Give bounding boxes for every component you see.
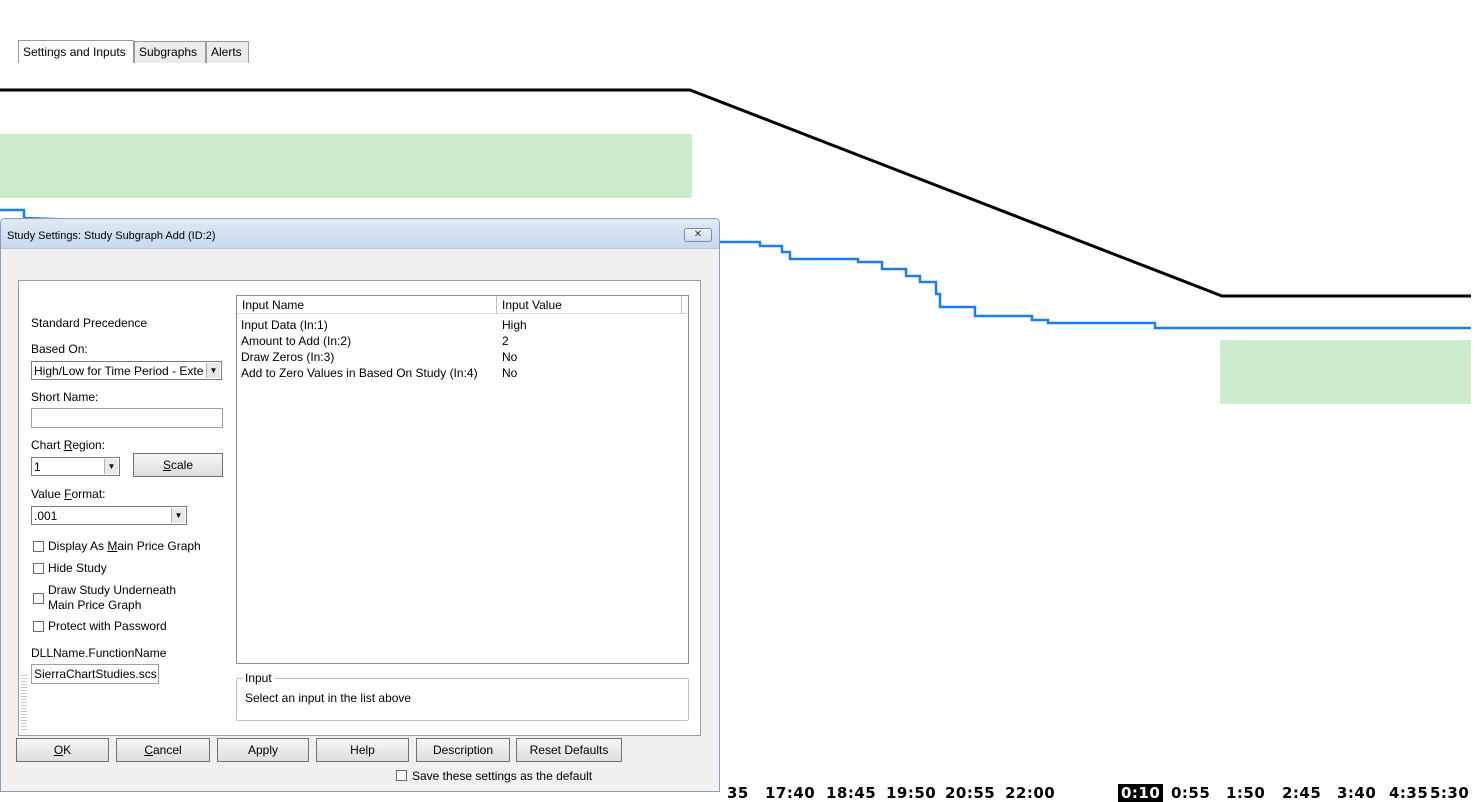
input-groupbox: Input Select an input in the list above — [236, 671, 689, 721]
based-on-label: Based On: — [31, 342, 88, 356]
display-main-label: Display As Main Price Graph — [48, 539, 201, 553]
input-row-name[interactable]: Draw Zeros (In:3) — [241, 350, 334, 364]
cancel-button[interactable]: Cancel — [116, 738, 210, 762]
reset-defaults-button[interactable]: Reset Defaults — [516, 738, 622, 762]
input-row-name[interactable]: Input Data (In:1) — [241, 318, 328, 332]
close-icon[interactable]: ✕ — [684, 228, 712, 242]
tab-subgraphs[interactable]: Subgraphs — [134, 41, 206, 63]
column-header-input-value[interactable]: Input Value — [502, 298, 562, 312]
draw-underneath-checkbox[interactable] — [33, 593, 44, 604]
zone-rect-right — [1220, 340, 1471, 404]
time-label: 20:55 — [945, 784, 996, 802]
help-button[interactable]: Help — [316, 738, 409, 762]
input-row-name[interactable]: Amount to Add (In:2) — [241, 334, 351, 348]
based-on-select[interactable]: High/Low for Time Period - Exte ▼ — [31, 361, 222, 380]
dll-name-label: DLLName.FunctionName — [31, 646, 167, 660]
chart-region-value: 1 — [34, 460, 41, 474]
time-label: 5:30 — [1430, 784, 1470, 802]
tab-settings-and-inputs[interactable]: Settings and Inputs — [18, 40, 134, 63]
save-default-label: Save these settings as the default — [412, 769, 593, 783]
column-header-input-name[interactable]: Input Name — [242, 298, 304, 312]
input-row-value[interactable]: High — [502, 318, 527, 332]
resize-grip[interactable] — [21, 675, 27, 731]
apply-button[interactable]: Apply — [217, 738, 309, 762]
draw-underneath-label-line2: Main Price Graph — [48, 598, 142, 612]
scale-button[interactable]: Scale — [133, 453, 223, 477]
draw-underneath-label-line1: Draw Study Underneath — [48, 583, 177, 597]
description-button[interactable]: Description — [416, 738, 510, 762]
inputs-list[interactable]: Input Name Input Value Input Data (In:1)… — [236, 295, 689, 664]
chart-region-label: Chart Region: — [31, 438, 106, 452]
chart-region-select[interactable]: 1 ▼ — [31, 457, 120, 476]
column-divider[interactable] — [681, 296, 682, 314]
chevron-down-icon: ▼ — [171, 508, 185, 523]
input-group-text: Select an input in the list above — [245, 691, 412, 705]
time-label: 18:45 — [826, 784, 877, 802]
time-label: 2:45 — [1282, 784, 1322, 802]
dialog-title: Study Settings: Study Subgraph Add (ID:2… — [7, 230, 216, 242]
time-label: 22:00 — [1005, 784, 1056, 802]
protect-password-label: Protect with Password — [48, 619, 167, 633]
hide-study-checkbox[interactable] — [33, 563, 44, 574]
dialog-titlebar[interactable]: Study Settings: Study Subgraph Add (ID:2… — [1, 219, 719, 249]
ok-button[interactable]: OK — [16, 738, 109, 762]
short-name-label: Short Name: — [31, 390, 99, 404]
display-main-checkbox[interactable] — [33, 541, 44, 552]
tab-alerts[interactable]: Alerts — [206, 41, 249, 63]
input-row-value[interactable]: No — [502, 350, 517, 364]
value-format-value: .001 — [34, 509, 58, 523]
value-format-label: Value Format: — [31, 487, 106, 501]
time-label-highlighted: 0:10 — [1118, 784, 1164, 802]
save-default-checkbox[interactable] — [396, 770, 407, 781]
based-on-value: High/Low for Time Period - Exte — [34, 364, 204, 378]
chevron-down-icon: ▼ — [104, 459, 118, 474]
input-group-title: Input — [243, 671, 274, 685]
time-label: 0:55 — [1171, 784, 1211, 802]
time-label: 19:50 — [886, 784, 937, 802]
hide-study-label: Hide Study — [48, 561, 107, 575]
time-label: 1:50 — [1226, 784, 1266, 802]
short-name-input[interactable] — [31, 408, 223, 428]
input-row-name[interactable]: Add to Zero Values in Based On Study (In… — [241, 366, 478, 380]
protect-password-checkbox[interactable] — [33, 621, 44, 632]
precedence-label: Standard Precedence — [31, 316, 148, 330]
time-label: 4:35 — [1389, 784, 1429, 802]
value-format-select[interactable]: .001 ▼ — [31, 506, 187, 525]
dll-name-input[interactable]: SierraChartStudies.scs — [31, 664, 159, 684]
chevron-down-icon: ▼ — [206, 363, 220, 378]
time-label: 17:40 — [765, 784, 816, 802]
input-row-value[interactable]: No — [502, 366, 517, 380]
time-label: 35 — [727, 784, 749, 802]
inputs-list-header: Input Name Input Value — [237, 296, 688, 314]
zone-rect-left — [0, 134, 692, 198]
column-divider[interactable] — [496, 296, 497, 314]
time-label: 3:40 — [1337, 784, 1377, 802]
input-row-value[interactable]: 2 — [502, 334, 509, 348]
